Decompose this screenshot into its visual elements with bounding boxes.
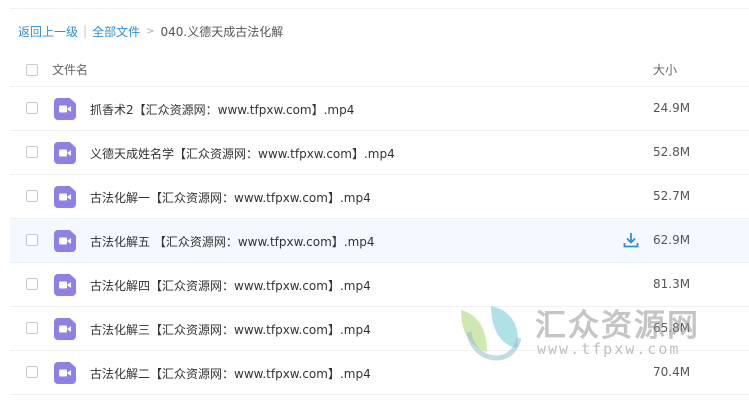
select-all-checkbox[interactable] bbox=[26, 64, 38, 76]
breadcrumb-separator: > bbox=[146, 25, 155, 37]
video-file-icon bbox=[54, 318, 76, 340]
video-file-icon bbox=[54, 142, 76, 164]
current-folder: 040.义德天成古法化解 bbox=[160, 24, 284, 39]
breadcrumb: 返回上一级 | 全部文件 > 040.义德天成古法化解 bbox=[18, 22, 283, 40]
breadcrumb-pipe: | bbox=[83, 24, 88, 38]
file-row[interactable]: 义德天成姓名学【汇众资源网：www.tfpxw.com】.mp4 52.8M bbox=[10, 131, 749, 175]
file-row[interactable]: 古法化解一【汇众资源网：www.tfpxw.com】.mp4 52.7M bbox=[10, 175, 749, 219]
video-file-icon bbox=[54, 362, 76, 384]
file-name[interactable]: 古法化解二【汇众资源网：www.tfpxw.com】.mp4 bbox=[90, 365, 371, 382]
column-header-name[interactable]: 文件名 bbox=[52, 61, 88, 78]
download-icon[interactable] bbox=[622, 231, 640, 249]
row-checkbox[interactable] bbox=[26, 278, 38, 290]
video-file-icon bbox=[54, 186, 76, 208]
file-size: 52.7M bbox=[653, 189, 691, 203]
row-checkbox[interactable] bbox=[26, 190, 38, 202]
file-row[interactable]: 古法化解四【汇众资源网：www.tfpxw.com】.mp4 81.3M bbox=[10, 263, 749, 307]
video-file-icon bbox=[54, 230, 76, 252]
file-name[interactable]: 抓香术2【汇众资源网：www.tfpxw.com】.mp4 bbox=[90, 101, 354, 118]
all-files-link[interactable]: 全部文件 bbox=[92, 23, 140, 40]
file-list: 抓香术2【汇众资源网：www.tfpxw.com】.mp4 24.9M 义德天成… bbox=[10, 87, 749, 395]
file-name[interactable]: 义德天成姓名学【汇众资源网：www.tfpxw.com】.mp4 bbox=[90, 145, 395, 162]
row-checkbox[interactable] bbox=[26, 146, 38, 158]
file-name[interactable]: 古法化解五 【汇众资源网：www.tfpxw.com】.mp4 bbox=[90, 233, 375, 250]
file-row-hovered[interactable]: 古法化解五 【汇众资源网：www.tfpxw.com】.mp4 62.9M bbox=[10, 219, 749, 263]
video-file-icon bbox=[54, 98, 76, 120]
column-header-size[interactable]: 大小 bbox=[653, 61, 677, 78]
file-size: 62.9M bbox=[653, 233, 691, 247]
top-divider bbox=[10, 8, 749, 9]
video-file-icon bbox=[54, 274, 76, 296]
row-checkbox[interactable] bbox=[26, 234, 38, 246]
file-size: 52.8M bbox=[653, 145, 691, 159]
file-name[interactable]: 古法化解四【汇众资源网：www.tfpxw.com】.mp4 bbox=[90, 277, 371, 294]
file-row[interactable]: 古法化解三【汇众资源网：www.tfpxw.com】.mp4 65.8M bbox=[10, 307, 749, 351]
file-size: 81.3M bbox=[653, 277, 691, 291]
file-row[interactable]: 古法化解二【汇众资源网：www.tfpxw.com】.mp4 70.4M bbox=[10, 351, 749, 395]
row-checkbox[interactable] bbox=[26, 366, 38, 378]
file-size: 70.4M bbox=[653, 365, 691, 379]
file-name[interactable]: 古法化解一【汇众资源网：www.tfpxw.com】.mp4 bbox=[90, 189, 371, 206]
file-name[interactable]: 古法化解三【汇众资源网：www.tfpxw.com】.mp4 bbox=[90, 321, 371, 338]
row-checkbox[interactable] bbox=[26, 102, 38, 114]
file-list-header: 文件名 大小 bbox=[10, 54, 749, 87]
file-size: 24.9M bbox=[653, 101, 691, 115]
file-row[interactable]: 抓香术2【汇众资源网：www.tfpxw.com】.mp4 24.9M bbox=[10, 87, 749, 131]
back-link[interactable]: 返回上一级 bbox=[18, 23, 78, 40]
row-checkbox[interactable] bbox=[26, 322, 38, 334]
file-size: 65.8M bbox=[653, 321, 691, 335]
file-browser: 返回上一级 | 全部文件 > 040.义德天成古法化解 文件名 大小 抓香术2【… bbox=[0, 0, 749, 402]
